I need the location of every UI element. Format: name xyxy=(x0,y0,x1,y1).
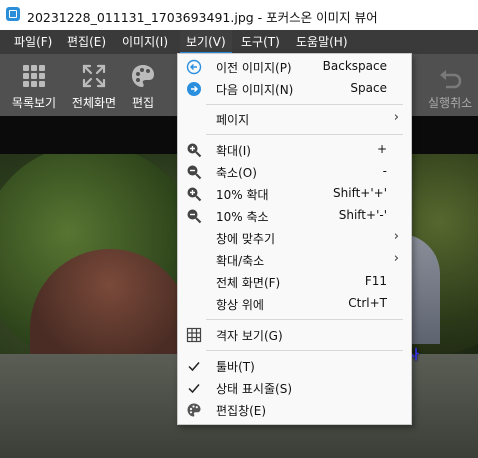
menu-statusbar-toggle[interactable]: 상태 표시줄(S) xyxy=(178,377,411,399)
menu-separator xyxy=(206,350,403,351)
menu-edit-window[interactable]: 편집창(E) xyxy=(178,399,411,421)
zoom-out-icon xyxy=(187,165,202,180)
menu-image[interactable]: 이미지(I) xyxy=(116,30,174,54)
menu-fit-window[interactable]: 창에 맞추기 › xyxy=(178,227,411,249)
edit-button[interactable]: 편집 xyxy=(128,60,158,111)
menu-zoom-out-10[interactable]: 10% 축소 Shift+'-' xyxy=(178,205,411,227)
menu-file[interactable]: 파일(F) xyxy=(8,30,58,54)
menu-prev-image[interactable]: 이전 이미지(P) Backspace xyxy=(178,56,411,78)
menu-separator xyxy=(206,104,403,105)
menu-separator xyxy=(206,319,403,320)
zoom-out-icon xyxy=(187,209,202,224)
menu-toolbar-toggle[interactable]: 툴바(T) xyxy=(178,355,411,377)
menu-tools[interactable]: 도구(T) xyxy=(235,30,286,54)
zoom-in-icon xyxy=(187,143,202,158)
submenu-arrow-icon: › xyxy=(393,229,399,244)
title-bar: 20231228_011131_1703693491.jpg - 포커스온 이미… xyxy=(0,0,478,30)
menu-page[interactable]: 페이지 › xyxy=(178,108,411,130)
menu-help[interactable]: 도움말(H) xyxy=(290,30,354,54)
undo-icon[interactable] xyxy=(436,65,464,93)
menu-zoom-out[interactable]: 축소(O) - xyxy=(178,161,411,183)
menu-always-on-top[interactable]: 항상 위에 Ctrl+T xyxy=(178,293,411,315)
submenu-arrow-icon: › xyxy=(393,110,399,125)
expand-icon xyxy=(82,64,106,88)
edit-label: 편집 xyxy=(131,96,155,110)
next-arrow-icon xyxy=(187,82,201,96)
checkmark-icon xyxy=(188,384,200,394)
zoom-in-icon xyxy=(187,187,202,202)
menu-zoom-submenu[interactable]: 확대/축소 › xyxy=(178,249,411,271)
menu-zoom-in[interactable]: 확대(I) + xyxy=(178,139,411,161)
palette-icon xyxy=(187,403,201,417)
menu-edit[interactable]: 편집(E) xyxy=(61,30,112,54)
fullscreen-button[interactable]: 전체화면 xyxy=(68,60,120,111)
submenu-arrow-icon: › xyxy=(393,251,399,266)
list-view-label: 목록보기 xyxy=(11,96,57,110)
grid-icon xyxy=(23,65,45,87)
list-view-button[interactable]: 목록보기 xyxy=(8,60,60,111)
window-title: 20231228_011131_1703693491.jpg - 포커스온 이미… xyxy=(27,10,378,25)
menu-bar: 파일(F) 편집(E) 이미지(I) 보기(V) 도구(T) 도움말(H) xyxy=(0,30,478,54)
app-icon xyxy=(6,7,20,21)
menu-zoom-in-10[interactable]: 10% 확대 Shift+'+' xyxy=(178,183,411,205)
menu-separator xyxy=(206,134,403,135)
undo-label: 실행취소 xyxy=(428,96,473,110)
view-menu-dropdown: 이전 이미지(P) Backspace 다음 이미지(N) Space 페이지 … xyxy=(177,53,412,425)
prev-arrow-icon xyxy=(186,59,202,75)
menu-view[interactable]: 보기(V) xyxy=(180,30,232,54)
menu-grid-view[interactable]: 격자 보기(G) xyxy=(178,324,411,346)
palette-icon xyxy=(132,65,154,87)
fullscreen-label: 전체화면 xyxy=(71,96,117,110)
grid-icon xyxy=(186,327,202,343)
menu-next-image[interactable]: 다음 이미지(N) Space xyxy=(178,78,411,100)
checkmark-icon xyxy=(188,362,200,372)
menu-fullscreen[interactable]: 전체 화면(F) F11 xyxy=(178,271,411,293)
